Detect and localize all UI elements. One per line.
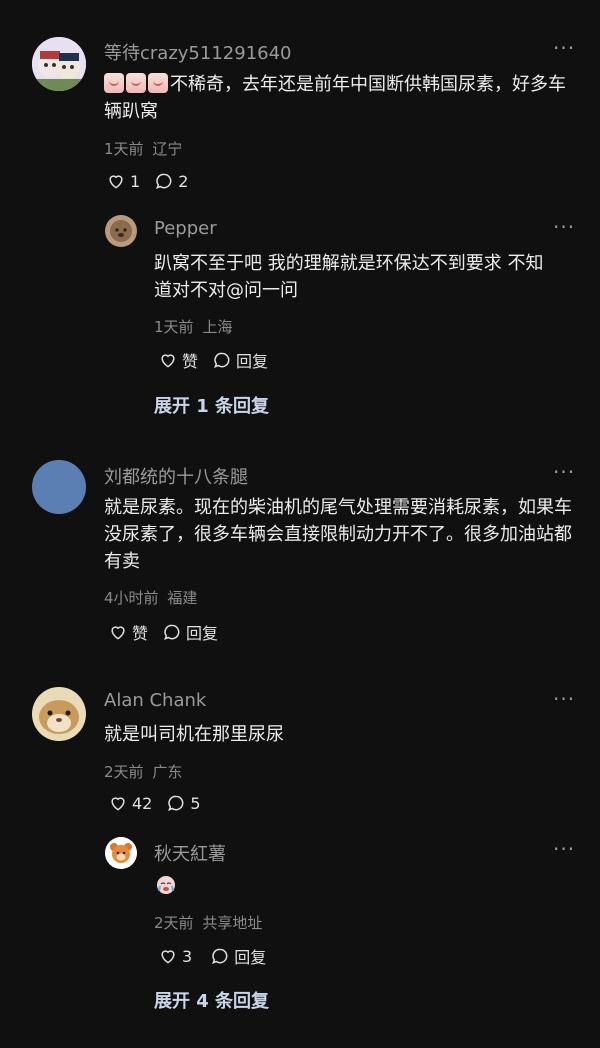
comment-username[interactable]: 刘都统的十八条腿: [104, 463, 248, 489]
more-options-icon[interactable]: ···: [553, 837, 575, 861]
like-button[interactable]: 1: [106, 171, 140, 191]
like-button[interactable]: 赞: [108, 620, 148, 644]
reply-meta: 2天前 共享地址: [154, 912, 262, 933]
comment-time: 1天前: [104, 140, 144, 158]
comment-text: 就是叫司机在那里尿尿: [104, 724, 284, 745]
like-label: 赞: [132, 624, 149, 643]
more-options-icon[interactable]: ···: [553, 215, 575, 239]
more-options-icon[interactable]: ···: [553, 460, 575, 484]
heart-icon: [111, 797, 125, 811]
reply-button[interactable]: 5: [166, 793, 201, 813]
avatar[interactable]: [32, 687, 86, 741]
avatar[interactable]: [32, 460, 86, 514]
like-button[interactable]: 3: [158, 946, 192, 966]
comment-actions: 42 5: [108, 793, 215, 813]
comment-text: 就是尿素。现在的柴油机的尾气处理需要消耗尿素，如果车没尿素了，很多车辆会直接限制…: [104, 497, 572, 572]
reply-label: 回复: [236, 352, 269, 371]
laugh-cry-emoji: [148, 73, 168, 93]
avatar[interactable]: [105, 215, 137, 247]
comment-text: 不稀奇，去年还是前年中国断供韩国尿素，好多车辆趴窝: [104, 71, 574, 125]
reply-label: 回复: [234, 948, 267, 967]
reply-actions: 3 回复: [158, 944, 280, 968]
reply-button[interactable]: 回复: [162, 620, 218, 644]
more-options-icon[interactable]: ···: [553, 36, 575, 60]
laugh-cry-emoji: [104, 73, 124, 93]
comment-body: 不稀奇，去年还是前年中国断供韩国尿素，好多车辆趴窝: [104, 74, 566, 122]
laugh-cry-emoji: [126, 73, 146, 93]
reply-actions: 赞 回复: [158, 348, 282, 372]
reply-meta: 1天前 上海: [154, 316, 232, 337]
reply-count: 2: [178, 171, 189, 191]
comment-meta: 4小时前 福建: [104, 587, 197, 608]
avatar[interactable]: [32, 37, 86, 91]
heart-icon: [111, 626, 125, 640]
like-count: 1: [130, 171, 141, 191]
like-button[interactable]: 42: [108, 793, 152, 813]
comment-time: 4小时前: [104, 589, 159, 607]
like-count: 42: [132, 793, 153, 813]
reply-count: 5: [190, 793, 201, 813]
comment-actions: 1 2: [106, 171, 202, 191]
comment-icon: [214, 352, 230, 368]
reply-label: 回复: [186, 624, 219, 643]
crying-emoji: [154, 872, 178, 896]
reply-button[interactable]: 回复: [210, 944, 266, 968]
like-count: 3: [182, 946, 193, 966]
comment-username[interactable]: Alan Chank: [104, 690, 206, 711]
heart-icon: [109, 175, 123, 189]
avatar[interactable]: [105, 837, 137, 869]
expand-replies-button[interactable]: 展开 4 条回复: [154, 987, 269, 1013]
comment-location: 辽宁: [152, 140, 183, 158]
comment-icon: [168, 795, 184, 811]
reply-line: 道对不对@问一问: [154, 280, 298, 301]
comment-username[interactable]: 等待crazy511291640: [104, 39, 292, 65]
comment-icon: [212, 948, 228, 964]
comment-meta: 1天前 辽宁: [104, 138, 182, 159]
heart-icon: [161, 354, 175, 368]
comment-actions: 赞 回复: [108, 620, 232, 644]
reply-location: 上海: [202, 318, 233, 336]
reply-text: 趴窝不至于吧 我的理解就是环保达不到要求 不知 道对不对@问一问: [154, 250, 584, 304]
comment-icon: [164, 624, 180, 640]
heart-icon: [161, 950, 175, 964]
reply-time: 2天前: [154, 914, 194, 932]
reply-button[interactable]: 回复: [212, 348, 268, 372]
comment-time: 2天前: [104, 763, 144, 781]
mention-link[interactable]: @问一问: [226, 280, 298, 301]
expand-replies-button[interactable]: 展开 1 条回复: [154, 392, 269, 418]
comment-meta: 2天前 广东: [104, 761, 182, 782]
reply-location: 共享地址: [202, 914, 263, 932]
reply-line: 趴窝不至于吧 我的理解就是环保达不到要求 不知: [154, 253, 544, 274]
comment-location: 广东: [152, 763, 183, 781]
like-button[interactable]: 赞: [158, 348, 198, 372]
reply-button[interactable]: 2: [154, 171, 188, 191]
like-label: 赞: [182, 352, 199, 371]
comment-icon: [156, 173, 172, 189]
reply-time: 1天前: [154, 318, 194, 336]
reply-username[interactable]: 秋天紅薯: [154, 840, 226, 866]
more-options-icon[interactable]: ···: [553, 687, 575, 711]
comment-location: 福建: [167, 589, 198, 607]
reply-username[interactable]: Pepper: [154, 218, 217, 239]
